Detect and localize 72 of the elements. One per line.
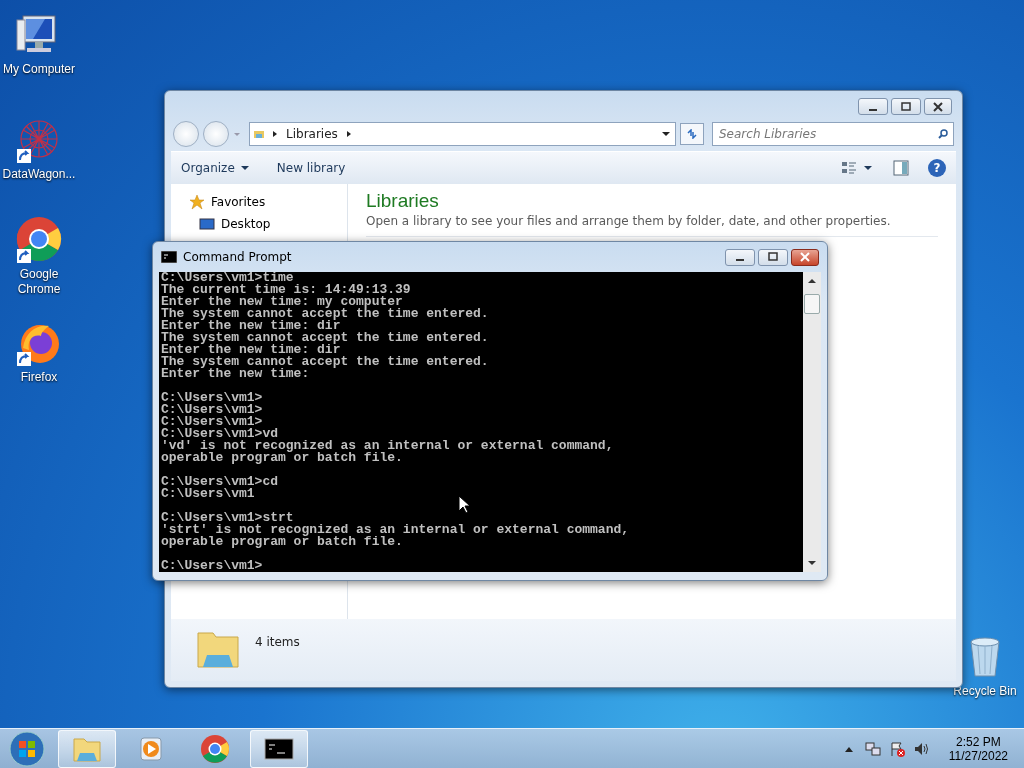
maximize-button[interactable] xyxy=(891,98,921,115)
description-text: Open a library to see your files and arrange them by folder, date, and other properties. xyxy=(366,214,938,237)
icon-label: Google Chrome xyxy=(16,267,62,297)
console-line: The system cannot accept the time entered. xyxy=(161,308,490,320)
maximize-icon xyxy=(900,101,912,112)
minimize-button[interactable] xyxy=(858,98,888,115)
taskbar-button[interactable] xyxy=(250,729,308,768)
console-line: The system cannot accept the time entered. xyxy=(161,356,490,368)
minimize-button[interactable] xyxy=(725,248,755,266)
icon-label: DataWagon... xyxy=(2,167,76,182)
console-line: C:\Users\vm1> xyxy=(161,392,264,404)
clock-date[interactable]: 11/27/2022 xyxy=(948,748,1008,763)
help-button[interactable]: ? xyxy=(928,159,946,177)
close-button[interactable] xyxy=(924,98,952,115)
console-line: C:\Users\vm1>time xyxy=(161,272,294,284)
browser-logo-icon[interactable] xyxy=(15,215,63,263)
console-line: Enter the new time: xyxy=(161,368,310,380)
console-line: C:\Users\vm1 xyxy=(161,488,256,500)
minimize-icon xyxy=(736,259,744,261)
icon-label: Firefox xyxy=(20,370,58,385)
breadcrumb-item[interactable]: Libraries xyxy=(286,127,338,141)
console-icon xyxy=(161,251,177,263)
window-title: Command Prompt xyxy=(183,250,292,264)
nav-item[interactable]: Favorites xyxy=(189,194,347,210)
browser-logo-icon xyxy=(199,732,231,765)
console-line: operable program or batch file. xyxy=(161,452,404,464)
search-icon[interactable] xyxy=(938,129,948,139)
network-icon[interactable] xyxy=(864,740,881,757)
console-line: Enter the new time: my computer xyxy=(161,296,403,308)
scroll-down-arrow-icon[interactable] xyxy=(807,558,817,568)
console-line: Enter the new time: dir xyxy=(161,344,341,356)
console-line: Enter the new time: dir xyxy=(161,320,341,332)
console-line: C:\Users\vm1> xyxy=(161,560,264,572)
console-line: C:\Users\vm1>strt xyxy=(161,512,294,524)
console-line: C:\Users\vm1>cd xyxy=(161,476,280,488)
console-line: 'vd' is not recognized as an internal or external command, xyxy=(161,440,615,452)
scroll-thumb[interactable] xyxy=(804,294,820,314)
console-line: C:\Users\vm1>vd xyxy=(161,428,279,440)
console-line: The system cannot accept the time entered. xyxy=(161,332,490,344)
console-line: C:\Users\vm1> xyxy=(161,404,264,416)
icon-label: My Computer xyxy=(3,62,75,77)
console-line: 'strt' is not recognized as an internal or external command, xyxy=(161,524,631,536)
start-button[interactable] xyxy=(8,729,46,768)
console-line: The current time is: 14:49:13.39 xyxy=(161,284,412,296)
scroll-up-arrow-icon[interactable] xyxy=(807,276,817,286)
refresh-button[interactable] xyxy=(680,123,704,145)
refresh-icon xyxy=(687,129,697,139)
console-line: C:\Users\vm1> xyxy=(161,416,263,428)
scrollbar[interactable] xyxy=(803,272,821,572)
close-icon xyxy=(799,252,811,262)
mouse-pointer-icon xyxy=(458,495,470,514)
maximize-icon xyxy=(767,252,779,262)
star-icon xyxy=(189,194,205,210)
page-heading: Libraries xyxy=(366,190,440,212)
flag-warning-icon[interactable] xyxy=(888,740,905,757)
search-field[interactable]: Search Libraries xyxy=(712,122,954,146)
toolbar-button[interactable]: New library xyxy=(276,161,346,175)
nav-item[interactable]: Desktop xyxy=(189,216,347,232)
console-line: operable program or batch file. xyxy=(161,536,404,548)
address-bar[interactable]: Libraries xyxy=(249,122,676,146)
close-icon xyxy=(932,101,944,112)
maximize-button[interactable] xyxy=(758,248,788,266)
clock-time[interactable]: 2:52 PM xyxy=(956,734,1001,749)
dropdown-arrow-icon[interactable] xyxy=(661,129,671,139)
view-options-icon[interactable] xyxy=(840,159,874,177)
minimize-icon xyxy=(869,108,877,111)
toolbar-button[interactable]: Organize xyxy=(181,161,249,175)
close-button[interactable] xyxy=(791,248,819,266)
monitor-icon xyxy=(199,216,215,232)
preview-pane-icon[interactable] xyxy=(892,159,910,177)
folder-icon xyxy=(254,129,264,139)
item-count: 4 items xyxy=(255,635,300,649)
